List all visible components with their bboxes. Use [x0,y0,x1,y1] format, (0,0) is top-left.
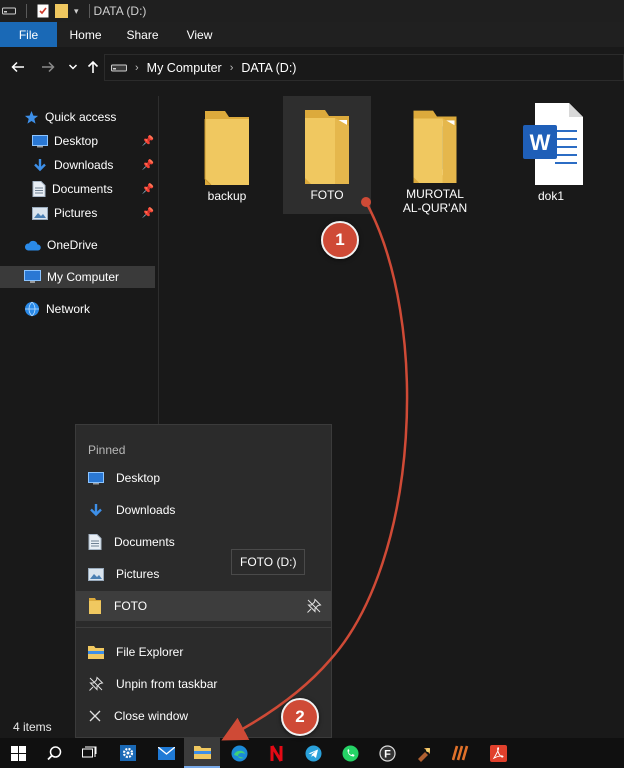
svg-text:W: W [530,130,551,155]
file-item[interactable]: backup [183,97,271,215]
quick-access-toolbar: ▾ [0,4,94,18]
task-view-icon[interactable] [72,738,108,768]
taskbar: F [0,738,624,768]
download-arrow-icon [34,158,46,171]
breadcrumb-data-drive[interactable]: DATA (D:) [241,61,296,75]
download-arrow-icon [90,503,102,516]
drive-icon [2,7,16,15]
jump-list-item-desktop[interactable]: Desktop [76,463,331,493]
star-icon [24,110,39,124]
file-explorer-icon [88,646,104,659]
pin-icon[interactable]: 📌 [142,135,154,147]
document-icon [88,534,102,550]
tab-home[interactable]: Home [57,22,114,47]
navigation-bar: › My Computer › DATA (D:) [0,47,624,87]
properties-icon[interactable] [37,4,49,18]
folder-icon [89,598,101,614]
item-count: 4 items [13,720,52,734]
unpin-icon [89,676,104,691]
pin-icon[interactable]: 📌 [142,159,154,171]
computer-icon [24,270,41,283]
new-folder-icon[interactable] [55,4,68,18]
document-icon [32,181,46,197]
breadcrumb-my-computer[interactable]: My Computer [147,61,222,75]
close-icon [89,710,101,722]
word-document-icon: W [523,103,583,185]
jump-list-item-foto[interactable]: FOTO [76,591,331,621]
settings-gear-icon[interactable] [110,738,146,768]
file-item[interactable]: MUROTAL AL-QUR'AN [391,97,479,215]
title-bar: ▾ DATA (D:) [0,0,624,22]
window-title: DATA (D:) [93,4,147,18]
app-stripes-icon[interactable] [443,738,479,768]
desktop-icon [32,134,48,147]
start-windows-icon[interactable] [0,738,36,768]
netflix-icon[interactable] [258,738,294,768]
pictures-icon [88,567,104,581]
jump-list-item-downloads[interactable]: Downloads [76,495,331,525]
tab-view[interactable]: View [171,22,228,47]
file-explorer-taskbar-icon[interactable] [184,738,220,768]
folder-with-files-icon [413,110,457,183]
tab-file[interactable]: File [0,22,57,47]
pictures-icon [32,206,48,220]
tab-share[interactable]: Share [114,22,171,47]
up-arrow-icon[interactable] [82,56,104,78]
search-icon[interactable] [36,738,72,768]
address-bar[interactable]: › My Computer › DATA (D:) [104,54,624,81]
file-item[interactable]: W dok1 [507,97,595,215]
svg-text:F: F [384,748,391,760]
customize-toolbar-icon[interactable]: ▾ [74,6,79,17]
taskbar-jump-list: Pinned Desktop Downloads Documents Pictu… [75,424,332,738]
breadcrumb-separator-icon[interactable]: › [230,62,234,74]
recent-locations-chevron-icon[interactable] [62,56,84,78]
unpin-icon[interactable] [305,597,323,615]
app-f-icon[interactable]: F [369,738,405,768]
ribbon-tabs: File Home Share View [0,22,624,47]
breadcrumb-separator-icon[interactable]: › [135,62,139,74]
telegram-icon[interactable] [295,738,331,768]
folder-with-files-icon [305,110,349,184]
tooltip: FOTO (D:) [231,549,306,575]
sidebar-item-documents[interactable]: Documents [32,178,113,200]
jump-list-file-explorer[interactable]: File Explorer [76,637,331,667]
mail-icon[interactable] [148,738,184,768]
app-tools-icon[interactable] [406,738,442,768]
annotation-step-1-badge: 1 [321,221,359,259]
acrobat-icon[interactable] [480,738,516,768]
desktop-icon [88,471,104,484]
cloud-icon [24,240,41,250]
sidebar-item-pictures[interactable]: Pictures [32,202,97,224]
sidebar-item-downloads[interactable]: Downloads [32,154,113,176]
file-item[interactable]: FOTO [283,96,371,214]
sidebar-item-my-computer[interactable]: My Computer [0,266,155,288]
pin-icon[interactable]: 📌 [142,207,154,219]
annotation-step-2-badge: 2 [281,698,319,736]
sidebar-item-network[interactable]: Network [24,298,90,320]
back-arrow-icon[interactable] [7,56,29,78]
network-icon [25,301,39,317]
sidebar-item-desktop[interactable]: Desktop [32,130,98,152]
jump-list-divider [76,627,331,628]
jump-list-unpin-from-taskbar[interactable]: Unpin from taskbar [76,669,331,699]
forward-arrow-icon[interactable] [37,56,59,78]
folder-icon [204,111,249,185]
pin-icon[interactable]: 📌 [142,183,154,195]
sidebar-item-quick-access[interactable]: Quick access [24,106,116,128]
edge-browser-icon[interactable] [221,738,257,768]
jump-list-heading: Pinned [88,443,126,457]
sidebar-item-onedrive[interactable]: OneDrive [24,234,98,256]
whatsapp-icon[interactable] [332,738,368,768]
drive-icon [111,64,127,71]
